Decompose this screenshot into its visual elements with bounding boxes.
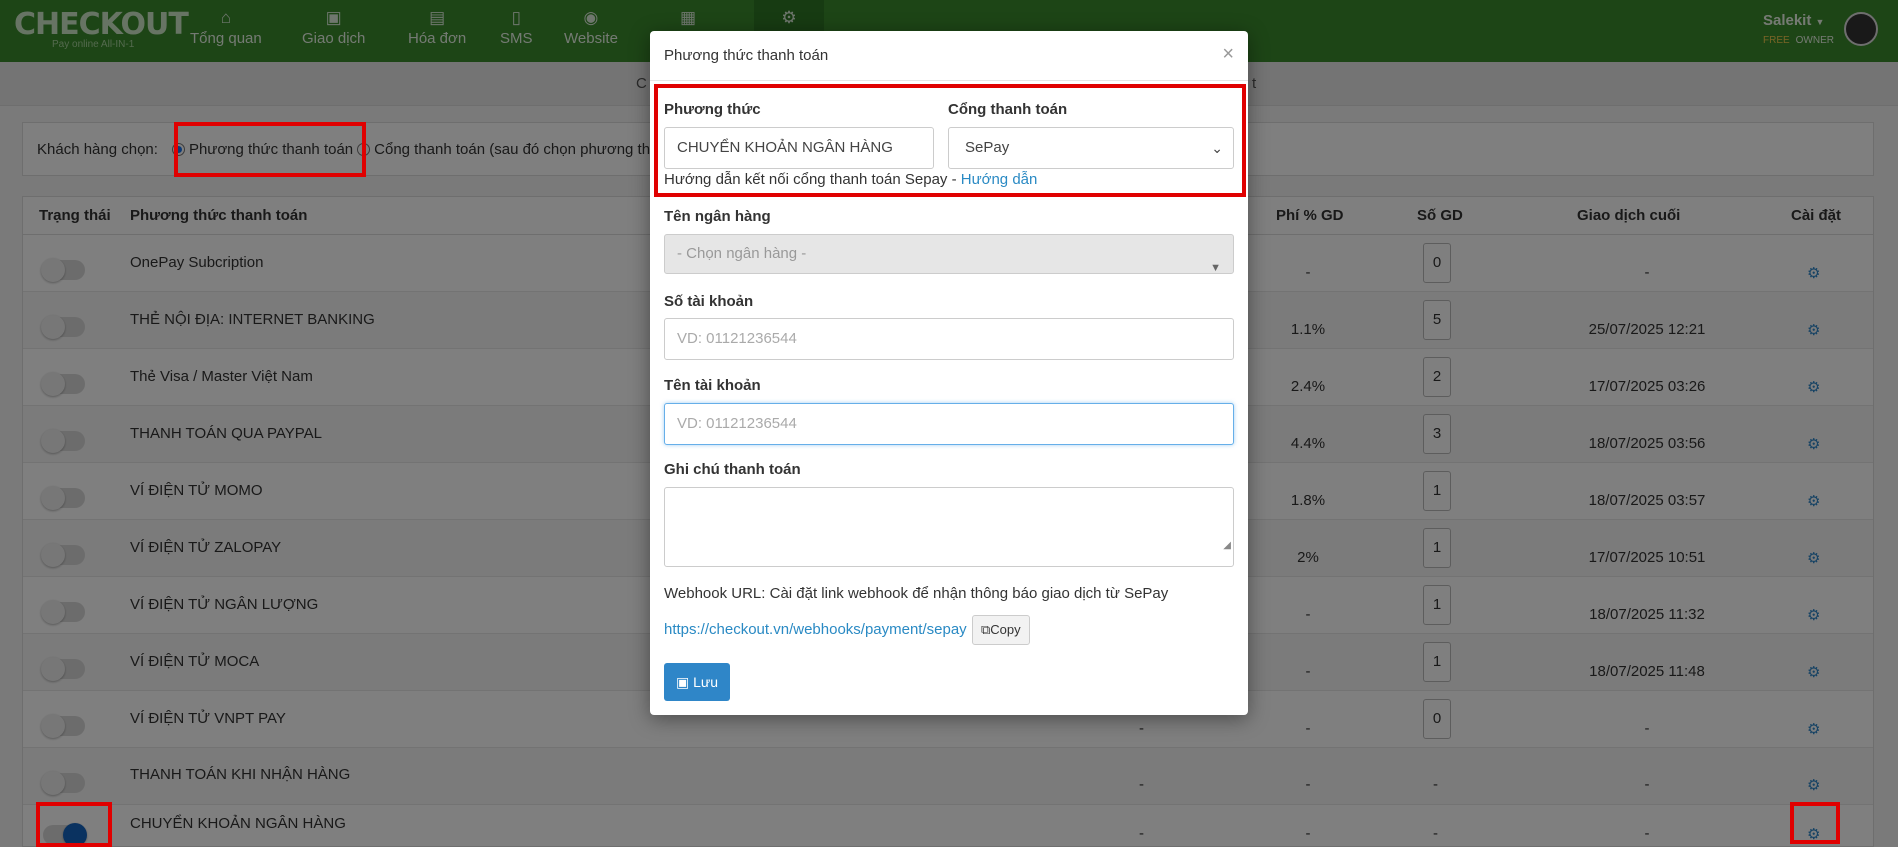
save-icon: ▣ (675, 674, 690, 690)
guide-link[interactable]: Hướng dẫn (961, 171, 1038, 188)
close-icon[interactable]: × (1222, 43, 1234, 66)
webhook-url-link[interactable]: https://checkout.vn/webhooks/payment/sep… (664, 621, 967, 638)
copy-button[interactable]: ⧉Copy (972, 615, 1030, 645)
gateway-select[interactable]: SePay ⌄ (948, 127, 1234, 169)
highlight-payment-method-option (174, 122, 366, 177)
highlight-settings-icon (1790, 802, 1840, 844)
bank-name-label: Tên ngân hàng (664, 208, 771, 225)
modal-title: Phương thức thanh toán (664, 47, 829, 64)
gateway-label: Cổng thanh toán (948, 101, 1068, 118)
payment-note-label: Ghi chú thanh toán (664, 461, 801, 478)
payment-note-textarea[interactable]: ◢ (664, 487, 1234, 567)
modal-header: Phương thức thanh toán × (650, 31, 1248, 81)
webhook-description: Webhook URL: Cài đặt link webhook để nhậ… (664, 585, 1169, 602)
resize-handle-icon[interactable]: ◢ (1223, 526, 1231, 566)
payment-method-modal: Phương thức thanh toán × Phương thức CHU… (650, 31, 1248, 715)
method-input[interactable]: CHUYỂN KHOẢN NGÂN HÀNG (664, 127, 934, 169)
method-label: Phương thức (664, 101, 761, 118)
save-button[interactable]: ▣ Lưu (664, 663, 730, 701)
gateway-guide-text: Hướng dẫn kết nối cổng thanh toán Sepay … (664, 171, 1038, 188)
account-number-label: Số tài khoản (664, 293, 754, 310)
copy-icon: ⧉ (981, 622, 991, 637)
gateway-selected-value: SePay (965, 139, 1010, 156)
highlight-active-toggle (36, 802, 112, 847)
chevron-down-icon: ⌄ (1211, 140, 1223, 156)
account-name-input[interactable]: VD: 01121236544 (664, 403, 1234, 445)
copy-button-label: Copy (990, 622, 1021, 637)
bank-select-placeholder: - Chọn ngân hàng - (677, 245, 807, 262)
save-button-label: Lưu (693, 674, 719, 690)
bank-select[interactable]: - Chọn ngân hàng - ▼ (664, 234, 1234, 274)
account-number-input[interactable]: VD: 01121236544 (664, 318, 1234, 360)
account-name-label: Tên tài khoản (664, 377, 761, 394)
caret-down-icon: ▼ (1210, 262, 1221, 274)
